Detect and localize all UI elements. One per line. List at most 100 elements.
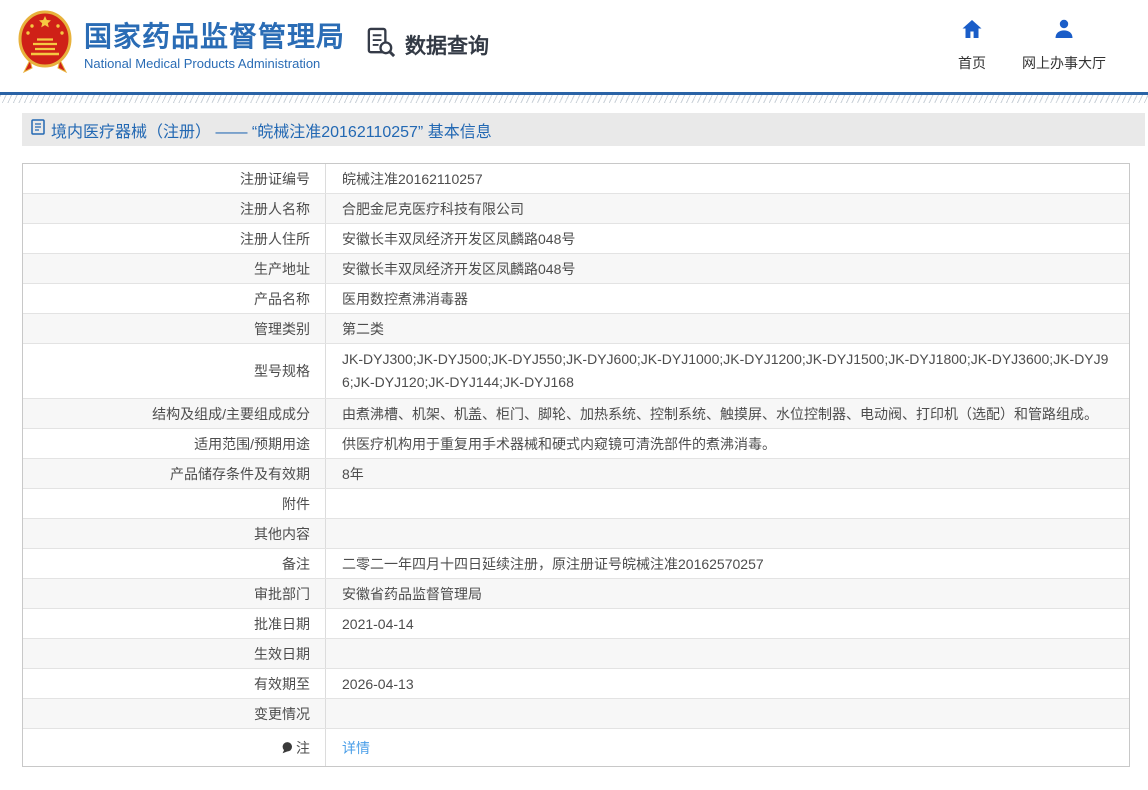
field-label-text: 结构及组成/主要组成成分: [152, 404, 310, 424]
field-label: 结构及组成/主要组成成分: [23, 399, 326, 428]
info-table: 注册证编号 皖械注准20162110257 注册人名称 合肥金尼克医疗科技有限公…: [22, 163, 1130, 767]
field-label-text: 审批部门: [254, 584, 310, 604]
field-label: 备注: [23, 549, 326, 578]
site-title-en: National Medical Products Administration: [84, 56, 345, 71]
user-icon: [1052, 17, 1076, 46]
field-label: 批准日期: [23, 609, 326, 638]
table-row: 适用范围/预期用途 供医疗机构用于重复用手术器械和硬式内窥镜可清洗部件的煮沸消毒…: [23, 429, 1129, 459]
field-label-text: 其他内容: [254, 524, 310, 544]
site-header: 国家药品监督管理局 National Medical Products Admi…: [0, 0, 1148, 92]
field-label-text: 注册证编号: [240, 169, 310, 189]
table-row: 产品名称 医用数控煮沸消毒器: [23, 284, 1129, 314]
field-value: 8年: [326, 459, 1129, 488]
note-icon: [280, 741, 293, 755]
nav-item-home[interactable]: 首页: [958, 17, 986, 73]
home-icon: [960, 17, 984, 46]
field-label-text: 有效期至: [254, 674, 310, 694]
table-row: 注册人名称 合肥金尼克医疗科技有限公司: [23, 194, 1129, 224]
field-value-text: 二零二一年四月十四日延续注册，原注册证号皖械注准20162570257: [342, 554, 764, 574]
table-row: 备注 二零二一年四月十四日延续注册，原注册证号皖械注准20162570257: [23, 549, 1129, 579]
site-title-zh: 国家药品监督管理局: [84, 20, 345, 54]
field-value: 2026-04-13: [326, 669, 1129, 698]
table-row: 生效日期: [23, 639, 1129, 669]
field-value: JK-DYJ300;JK-DYJ500;JK-DYJ550;JK-DYJ600;…: [326, 344, 1129, 398]
field-label: 审批部门: [23, 579, 326, 608]
field-value-text: 合肥金尼克医疗科技有限公司: [342, 199, 524, 219]
table-row: 生产地址 安徽长丰双凤经济开发区凤麟路048号: [23, 254, 1129, 284]
field-value-text: 安徽长丰双凤经济开发区凤麟路048号: [342, 229, 575, 249]
field-value: 安徽长丰双凤经济开发区凤麟路048号: [326, 224, 1129, 253]
table-row: 注册证编号 皖械注准20162110257: [23, 164, 1129, 194]
field-value: 供医疗机构用于重复用手术器械和硬式内窥镜可清洗部件的煮沸消毒。: [326, 429, 1129, 458]
field-value-text: 医用数控煮沸消毒器: [342, 289, 468, 309]
table-row: 审批部门 安徽省药品监督管理局: [23, 579, 1129, 609]
table-row: 结构及组成/主要组成成分 由煮沸槽、机架、机盖、柜门、脚轮、加热系统、控制系统、…: [23, 399, 1129, 429]
site-logo[interactable]: 国家药品监督管理局 National Medical Products Admi…: [18, 10, 345, 81]
field-value: [326, 519, 1129, 548]
table-row: 注册人住所 安徽长丰双凤经济开发区凤麟路048号: [23, 224, 1129, 254]
field-value-text: 皖械注准20162110257: [342, 169, 483, 189]
field-label: 产品储存条件及有效期: [23, 459, 326, 488]
field-value-text: 安徽省药品监督管理局: [342, 584, 482, 604]
field-value: 皖械注准20162110257: [326, 164, 1129, 193]
table-row: 批准日期 2021-04-14: [23, 609, 1129, 639]
table-row: 注 详情: [23, 729, 1129, 766]
nav-label: 网上办事大厅: [1022, 53, 1106, 73]
field-value: 合肥金尼克医疗科技有限公司: [326, 194, 1129, 223]
field-label: 产品名称: [23, 284, 326, 313]
field-label: 有效期至: [23, 669, 326, 698]
field-value: 2021-04-14: [326, 609, 1129, 638]
field-label: 其他内容: [23, 519, 326, 548]
table-row: 产品储存条件及有效期 8年: [23, 459, 1129, 489]
field-value-text: 2021-04-14: [342, 616, 414, 632]
field-label-text: 批准日期: [254, 614, 310, 634]
field-value: [326, 699, 1129, 728]
table-row: 变更情况: [23, 699, 1129, 729]
field-value: [326, 489, 1129, 518]
field-value-text: 由煮沸槽、机架、机盖、柜门、脚轮、加热系统、控制系统、触摸屏、水位控制器、电动阀…: [342, 404, 1098, 424]
field-value-text: 2026-04-13: [342, 676, 414, 692]
field-label: 附件: [23, 489, 326, 518]
nav-item-service-hall[interactable]: 网上办事大厅: [1022, 17, 1106, 73]
field-label: 注册证编号: [23, 164, 326, 193]
field-label-text: 产品名称: [254, 289, 310, 309]
field-label-text: 附件: [282, 494, 310, 514]
header-hatch-strip: [0, 95, 1148, 103]
field-value: 详情: [326, 729, 1129, 766]
field-label: 变更情况: [23, 699, 326, 728]
table-row: 附件: [23, 489, 1129, 519]
field-label: 生效日期: [23, 639, 326, 668]
page-titlebar: 境内医疗器械（注册） —— “皖械注准20162110257” 基本信息: [22, 113, 1145, 146]
field-value-text: 供医疗机构用于重复用手术器械和硬式内窥镜可清洗部件的煮沸消毒。: [342, 434, 776, 454]
table-row: 其他内容: [23, 519, 1129, 549]
table-row: 有效期至 2026-04-13: [23, 669, 1129, 699]
nav-label: 首页: [958, 53, 986, 73]
field-label-text: 备注: [282, 554, 310, 574]
field-value: 安徽长丰双凤经济开发区凤麟路048号: [326, 254, 1129, 283]
field-value-text: JK-DYJ300;JK-DYJ500;JK-DYJ550;JK-DYJ600;…: [342, 348, 1117, 394]
field-value: 由煮沸槽、机架、机盖、柜门、脚轮、加热系统、控制系统、触摸屏、水位控制器、电动阀…: [326, 399, 1129, 428]
field-label: 管理类别: [23, 314, 326, 343]
document-icon: [31, 119, 45, 140]
field-value: 二零二一年四月十四日延续注册，原注册证号皖械注准20162570257: [326, 549, 1129, 578]
field-value-text: 第二类: [342, 319, 384, 339]
top-nav: 首页 网上办事大厅: [958, 17, 1106, 73]
field-value: 第二类: [326, 314, 1129, 343]
field-value: 医用数控煮沸消毒器: [326, 284, 1129, 313]
field-label: 注: [23, 729, 326, 766]
field-label-text: 注册人名称: [240, 199, 310, 219]
table-row: 型号规格 JK-DYJ300;JK-DYJ500;JK-DYJ550;JK-DY…: [23, 344, 1129, 399]
field-label: 注册人名称: [23, 194, 326, 223]
field-label: 型号规格: [23, 344, 326, 398]
field-label: 注册人住所: [23, 224, 326, 253]
field-value-text: 安徽长丰双凤经济开发区凤麟路048号: [342, 259, 575, 279]
doc-search-icon: [364, 26, 397, 64]
data-query-section[interactable]: 数据查询: [364, 26, 489, 64]
field-label-text: 管理类别: [254, 319, 310, 339]
page-title: 境内医疗器械（注册） —— “皖械注准20162110257” 基本信息: [51, 118, 492, 142]
details-link[interactable]: 详情: [342, 738, 370, 758]
field-value: 安徽省药品监督管理局: [326, 579, 1129, 608]
field-label-text: 产品储存条件及有效期: [170, 464, 310, 484]
field-value: [326, 639, 1129, 668]
field-label-text: 生产地址: [254, 259, 310, 279]
